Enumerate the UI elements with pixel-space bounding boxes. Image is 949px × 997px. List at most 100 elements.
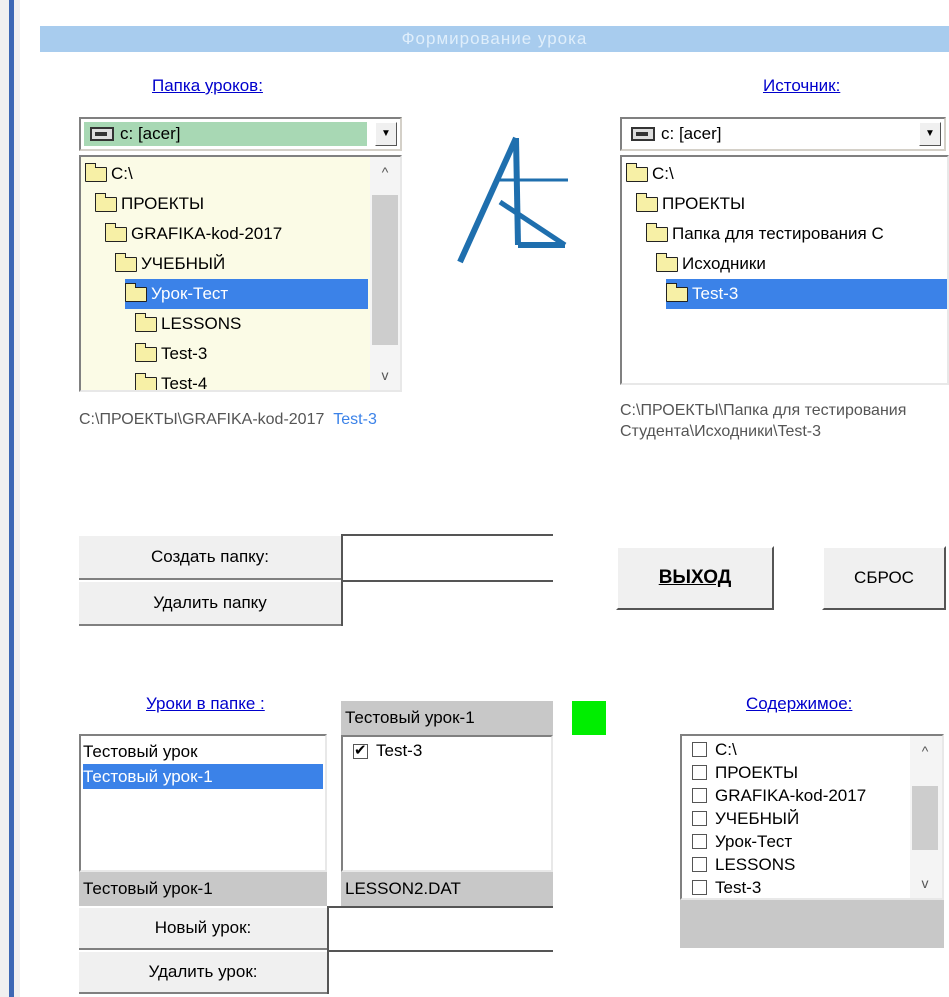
checklist-item-label: УЧЕБНЫЙ	[715, 808, 800, 828]
checklist-item[interactable]: Урок-Тест	[692, 830, 792, 853]
tree-item[interactable]: Папка для тестирования С	[645, 219, 884, 249]
checklist-item-label: Урок-Тест	[715, 831, 793, 851]
tree-item-label: Папка для тестирования С	[672, 224, 884, 243]
exit-button[interactable]: ВЫХОД	[616, 546, 774, 610]
tree-item[interactable]: Test-4	[134, 369, 208, 392]
lessons-list[interactable]: Тестовый урок Тестовый урок-1	[79, 734, 327, 872]
left-drive-value: c: [acer]	[84, 122, 367, 146]
left-path: C:\ПРОЕКТЫ\GRAFIKA-kod-2017 Test-3	[79, 411, 377, 428]
tree-item-label: Исходники	[682, 254, 766, 273]
tree-item[interactable]: LESSONS	[134, 309, 242, 339]
right-path: C:\ПРОЕКТЫ\Папка для тестирования Студен…	[620, 402, 907, 440]
checklist-item-label: C:\	[715, 739, 737, 759]
folder-icon	[134, 312, 157, 332]
contents-scrollbar[interactable]: ^ v	[910, 736, 942, 898]
current-lesson-field: Тестовый урок-1	[79, 872, 327, 906]
tree-item[interactable]: C:\	[84, 159, 133, 189]
checklist-item[interactable]: GRAFIKA-kod-2017	[692, 784, 866, 807]
folder-icon	[104, 222, 127, 242]
folder-icon	[665, 282, 688, 302]
right-drive-select[interactable]: c: [acer] ▼	[620, 117, 946, 151]
tree-item-label: ПРОЕКТЫ	[121, 194, 205, 213]
tree-item[interactable]: C:\	[625, 159, 674, 189]
tree-item-label: Урок-Тест	[151, 284, 229, 303]
checklist-item-label: Test-3	[715, 877, 762, 897]
checklist-item[interactable]: LESSONS	[692, 853, 795, 876]
checkbox[interactable]	[692, 834, 707, 849]
right-folder-tree[interactable]: C:\ ПРОЕКТЫ Папка для тестирования С Исходн…	[620, 155, 949, 385]
status-indicator	[572, 701, 606, 735]
dropdown-arrow-icon[interactable]: ▼	[375, 122, 397, 146]
checklist-item[interactable]: ПРОЕКТЫ	[692, 761, 798, 784]
folder-icon	[84, 162, 107, 182]
checklist-item[interactable]: Test-3	[353, 739, 422, 763]
checkbox[interactable]	[692, 765, 707, 780]
tree-item[interactable]: Исходники	[655, 249, 766, 279]
window-title: Формирование урока	[40, 26, 949, 52]
tree-item-label: Test-3	[161, 344, 208, 363]
tree-item[interactable]: Урок-Тест	[124, 279, 368, 309]
scroll-down-icon[interactable]: v	[910, 868, 940, 898]
folder-icon	[625, 162, 648, 182]
contents-list[interactable]: C:\ ПРОЕКТЫ GRAFIKA-kod-2017 УЧЕБНЫЙ Урок-Те…	[680, 734, 944, 900]
checkbox[interactable]	[692, 788, 707, 803]
delete-folder-button[interactable]: Удалить папку	[79, 580, 341, 626]
checklist-item[interactable]: УЧЕБНЫЙ	[692, 807, 799, 830]
checklist-item[interactable]: C:\	[692, 738, 737, 761]
tree-item[interactable]: Test-3	[665, 279, 947, 309]
folder-icon	[94, 192, 117, 212]
folder-icon	[124, 282, 147, 302]
tree-item[interactable]: УЧЕБНЫЙ	[114, 249, 225, 279]
lessons-in-folder-label[interactable]: Уроки в папке :	[146, 694, 265, 714]
tree-item[interactable]: ПРОЕКТЫ	[94, 189, 205, 219]
checkbox[interactable]	[692, 742, 707, 757]
lesson-content-list[interactable]: Test-3	[341, 735, 553, 872]
checkbox[interactable]	[692, 880, 707, 895]
delete-lesson-input[interactable]	[327, 950, 553, 994]
left-tree-scrollbar[interactable]: ^ v	[370, 157, 400, 390]
folder-icon	[645, 222, 668, 242]
tree-item[interactable]: Test-3	[134, 339, 208, 369]
checklist-item-label: GRAFIKA-kod-2017	[715, 785, 867, 805]
contents-label[interactable]: Содержимое:	[746, 694, 852, 714]
scroll-up-icon[interactable]: ^	[370, 157, 400, 187]
drive-icon	[631, 127, 655, 141]
tree-item-label: ПРОЕКТЫ	[662, 194, 746, 213]
create-folder-button[interactable]: Создать папку:	[79, 534, 341, 580]
checklist-item-label: Test-3	[376, 741, 423, 760]
left-path-highlight: Test-3	[333, 411, 377, 428]
checkbox[interactable]	[353, 741, 368, 759]
folder-icon	[114, 252, 137, 272]
tree-item[interactable]: GRAFIKA-kod-2017	[104, 219, 282, 249]
tree-item-label: LESSONS	[161, 314, 242, 333]
new-lesson-button[interactable]: Новый урок:	[79, 906, 327, 950]
scroll-thumb[interactable]	[372, 195, 398, 345]
source-label[interactable]: Источник:	[763, 76, 840, 96]
checklist-item-label: LESSONS	[715, 854, 796, 874]
tree-item[interactable]: ПРОЕКТЫ	[635, 189, 746, 219]
scroll-up-icon[interactable]: ^	[910, 736, 940, 766]
left-drive-select[interactable]: c: [acer] ▼	[79, 117, 402, 151]
checkbox[interactable]	[692, 811, 707, 826]
dropdown-arrow-icon[interactable]: ▼	[919, 122, 941, 146]
scroll-down-icon[interactable]: v	[370, 360, 400, 390]
delete-lesson-button[interactable]: Удалить урок:	[79, 950, 327, 994]
left-folder-tree[interactable]: C:\ ПРОЕКТЫ GRAFIKA-kod-2017 УЧЕБНЫЙ Урок-Те…	[79, 155, 402, 392]
folder-icon	[635, 192, 658, 212]
new-lesson-input[interactable]	[327, 906, 553, 950]
window-left-border	[9, 0, 14, 997]
tree-item-label: C:\	[652, 164, 674, 183]
delete-folder-input[interactable]	[341, 580, 553, 626]
scroll-thumb[interactable]	[912, 786, 938, 850]
lesson-item[interactable]: Тестовый урок	[83, 739, 198, 764]
reset-button[interactable]: СБРОС	[822, 546, 946, 610]
app-logo	[457, 136, 568, 264]
lessons-folder-label[interactable]: Папка уроков:	[152, 76, 263, 96]
right-drive-value: c: [acer]	[625, 122, 915, 146]
lesson-item[interactable]: Тестовый урок-1	[83, 764, 323, 789]
checkbox[interactable]	[692, 857, 707, 872]
folder-icon	[655, 252, 678, 272]
checklist-item[interactable]: Test-3	[692, 876, 762, 898]
tree-item-label: Test-4	[161, 374, 208, 392]
create-folder-input[interactable]	[341, 534, 553, 580]
